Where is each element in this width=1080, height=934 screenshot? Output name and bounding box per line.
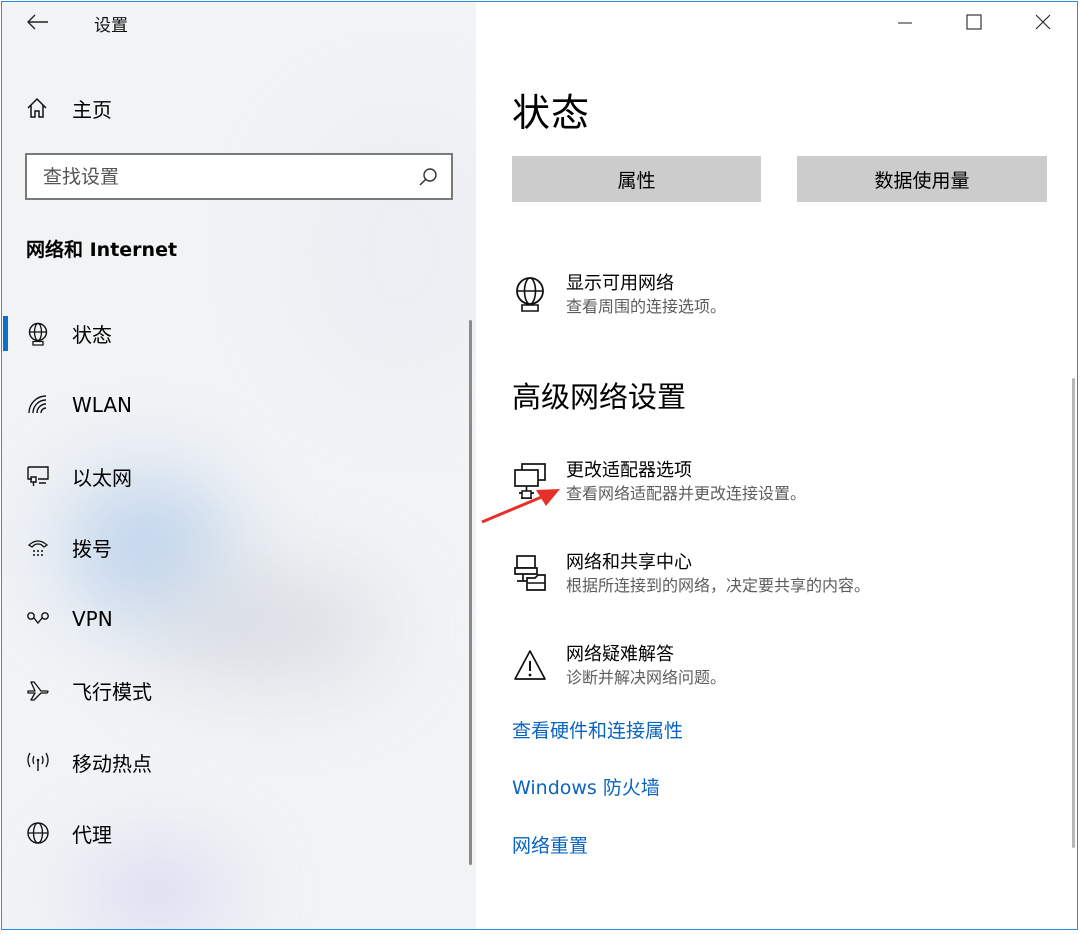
sidebar-item-home[interactable]: 主页	[26, 90, 112, 126]
sidebar-item-label: 移动热点	[72, 751, 152, 776]
item-title: 显示可用网络	[566, 273, 674, 294]
sharing-center-icon	[512, 553, 548, 593]
globe-icon	[25, 820, 51, 846]
sidebar-item-label: 主页	[72, 97, 112, 122]
search-input[interactable]	[27, 155, 405, 198]
sidebar-nav: 状态 WLAN 以太网 拨号 VPN 飞行模式 移动热点 代理	[2, 298, 476, 869]
settings-window: 设置 主页 网络和 Internet	[1, 1, 1078, 930]
title-bar: 设置	[2, 2, 476, 46]
ethernet-icon	[25, 463, 51, 489]
home-icon	[27, 97, 47, 118]
warning-icon	[512, 645, 548, 685]
advanced-settings-title: 高级网络设置	[512, 380, 687, 414]
data-usage-button[interactable]: 数据使用量	[797, 156, 1047, 202]
troubleshoot-item[interactable]: 网络疑难解答 诊断并解决网络问题。	[512, 643, 726, 689]
page-title: 状态	[512, 91, 591, 135]
item-title: 网络疑难解答	[566, 644, 674, 665]
app-title: 设置	[94, 16, 128, 36]
maximize-button[interactable]	[939, 2, 1008, 42]
annotation-arrow-icon	[481, 489, 560, 524]
airplane-icon	[25, 678, 51, 704]
vpn-icon	[25, 606, 51, 632]
sidebar-item-label: 以太网	[72, 465, 132, 490]
search-button[interactable]	[405, 155, 451, 198]
section-title: 网络和 Internet	[26, 239, 178, 261]
sidebar-item-hotspot[interactable]: 移动热点	[2, 726, 476, 797]
dialup-icon	[25, 535, 51, 561]
item-description: 根据所连接到的网络，决定要共享的内容。	[566, 576, 871, 595]
network-reset-link[interactable]: 网络重置	[512, 831, 588, 858]
item-title: 更改适配器选项	[566, 460, 692, 481]
item-title: 网络和共享中心	[566, 552, 692, 573]
wifi-icon	[25, 392, 51, 418]
sidebar-item-status[interactable]: 状态	[2, 298, 476, 369]
sidebar-item-proxy[interactable]: 代理	[2, 798, 476, 869]
close-icon	[1035, 14, 1050, 30]
sidebar-item-ethernet[interactable]: 以太网	[2, 441, 476, 512]
globe-monitor-icon	[512, 274, 548, 314]
close-button[interactable]	[1008, 2, 1077, 42]
sidebar-item-label: 状态	[72, 323, 112, 348]
search-box[interactable]	[25, 153, 453, 200]
sidebar-item-wlan[interactable]: WLAN	[2, 369, 476, 440]
hardware-properties-link[interactable]: 查看硬件和连接属性	[512, 716, 683, 743]
item-description: 诊断并解决网络问题。	[566, 668, 727, 687]
sidebar-scrollbar[interactable]	[469, 320, 472, 865]
window-controls	[870, 2, 1077, 42]
maximize-icon	[965, 14, 982, 30]
item-description: 查看网络适配器并更改连接设置。	[566, 484, 807, 503]
firewall-link[interactable]: Windows 防火墙	[512, 773, 660, 800]
search-icon	[419, 167, 437, 186]
sidebar-item-label: 拨号	[72, 537, 112, 562]
sidebar-item-dialup[interactable]: 拨号	[2, 512, 476, 583]
sidebar: 设置 主页 网络和 Internet	[2, 2, 476, 929]
sidebar-item-label: WLAN	[72, 393, 133, 418]
hotspot-icon	[25, 749, 51, 775]
sidebar-item-label: 飞行模式	[72, 680, 152, 705]
sidebar-item-label: VPN	[72, 607, 113, 632]
minimize-icon	[897, 22, 912, 24]
properties-button[interactable]: 属性	[512, 156, 761, 202]
minimize-button[interactable]	[870, 2, 939, 42]
content-scrollbar[interactable]	[1072, 378, 1075, 848]
sidebar-item-vpn[interactable]: VPN	[2, 584, 476, 655]
back-arrow-icon	[27, 14, 48, 30]
sidebar-item-label: 代理	[72, 822, 112, 847]
globe-monitor-icon	[25, 321, 51, 347]
sidebar-item-airplane[interactable]: 飞行模式	[2, 655, 476, 726]
show-networks-item[interactable]: 显示可用网络 查看周围的连接选项。	[512, 272, 726, 318]
back-button[interactable]	[18, 6, 58, 38]
main-content: 状态 属性 数据使用量 显示可用网络 查看周围的连接选项。 高级网络设置 更改适…	[476, 2, 1077, 929]
item-description: 查看周围的连接选项。	[566, 297, 727, 316]
sharing-center-item[interactable]: 网络和共享中心 根据所连接到的网络，决定要共享的内容。	[512, 551, 870, 597]
